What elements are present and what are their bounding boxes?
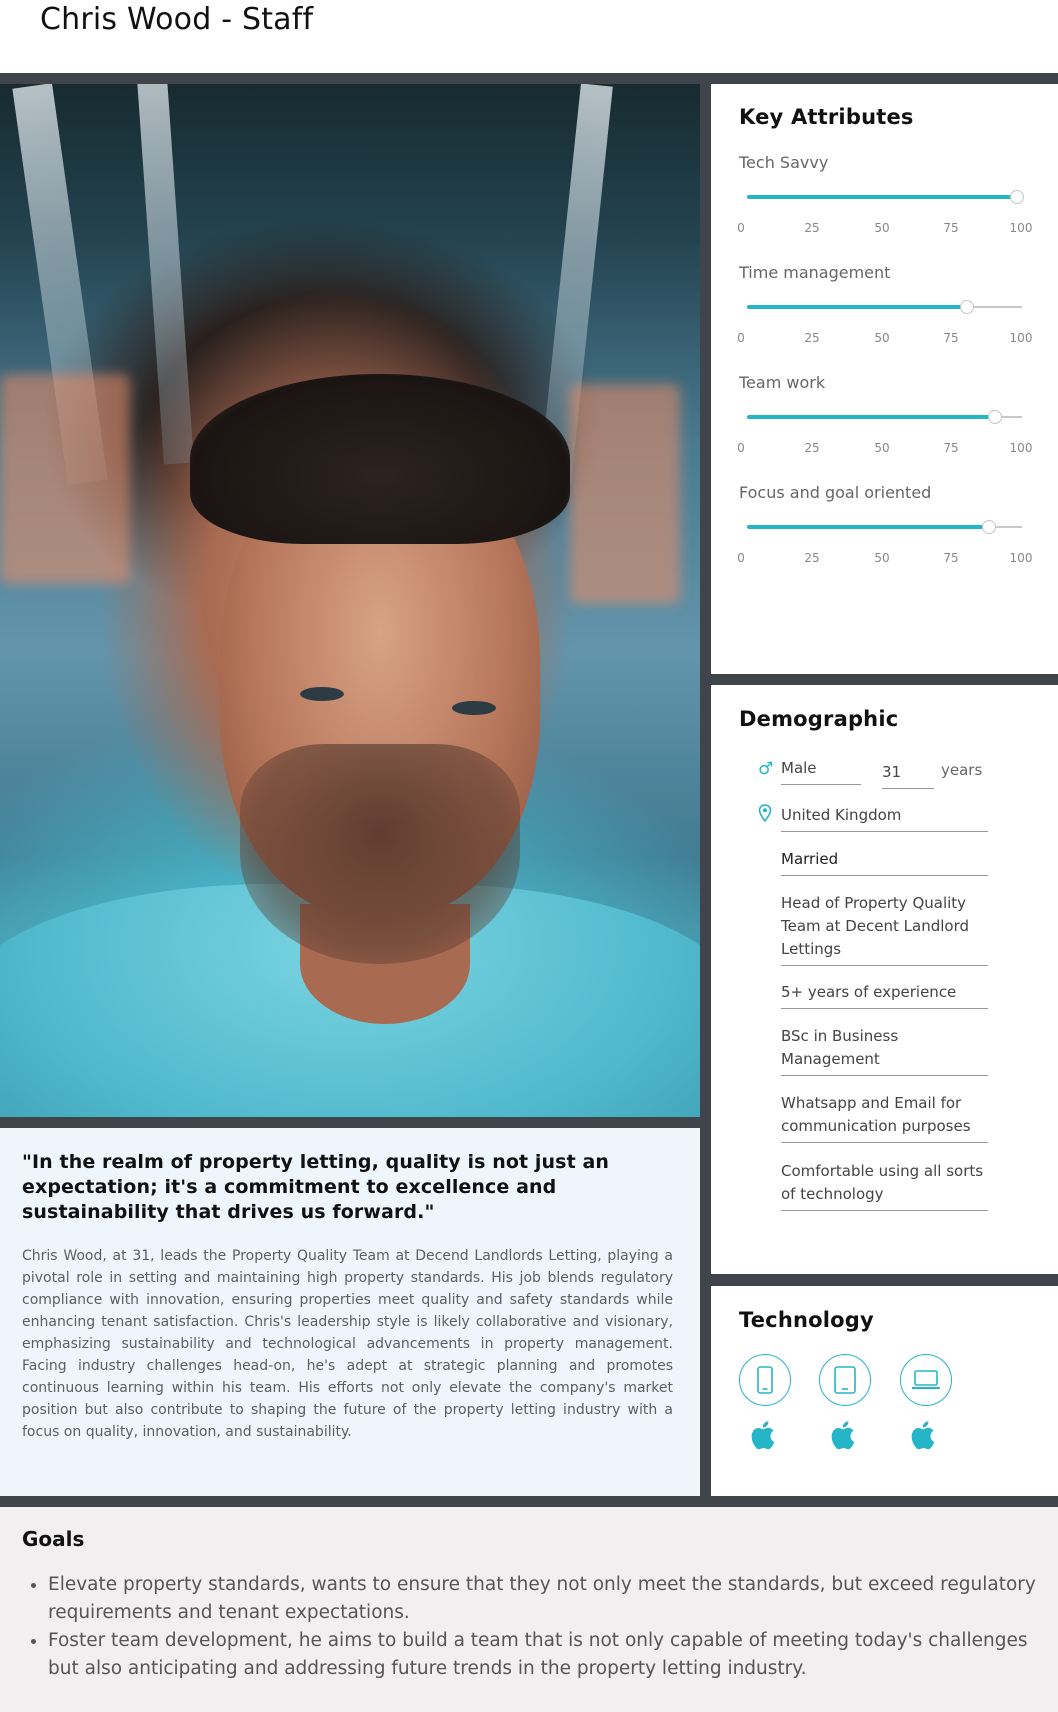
slider-tick-label: 0 bbox=[737, 551, 745, 565]
slider-handle[interactable] bbox=[960, 300, 974, 314]
education-field[interactable]: BSc in Business Management bbox=[781, 1025, 988, 1076]
slider-track[interactable] bbox=[747, 410, 1022, 424]
slider-track[interactable] bbox=[747, 520, 1022, 534]
slider-tick-label: 0 bbox=[737, 441, 745, 455]
slider-label: Time management bbox=[739, 263, 891, 282]
page-header: Chris Wood - Staff bbox=[0, 0, 1058, 73]
goals-section: Goals Elevate property standards, wants … bbox=[0, 1507, 1058, 1712]
persona-photo bbox=[0, 84, 700, 1117]
slider-tick-label: 0 bbox=[737, 221, 745, 235]
page-title: Chris Wood - Staff bbox=[40, 2, 314, 37]
location-field[interactable]: United Kingdom bbox=[781, 804, 988, 832]
goals-title: Goals bbox=[22, 1527, 85, 1551]
phone-icon[interactable] bbox=[739, 1354, 791, 1406]
slider-tick-label: 25 bbox=[804, 331, 820, 345]
key-attributes-card: Key Attributes Tech Savvy 0 25 50 75 100 Time … bbox=[711, 84, 1058, 674]
demographic-title: Demographic bbox=[739, 707, 899, 731]
slider-tick-label: 50 bbox=[874, 551, 890, 565]
slider-tick-label: 25 bbox=[804, 551, 820, 565]
goal-item: Foster team development, he aims to buil… bbox=[48, 1627, 1036, 1683]
attribute-slider[interactable]: Time management 0 25 50 75 100 bbox=[737, 257, 1058, 367]
slider-fill bbox=[747, 305, 967, 309]
slider-tick-label: 100 bbox=[1009, 441, 1033, 455]
slider-fill bbox=[747, 415, 995, 419]
demographic-card: Demographic ♂ Male 31 years United Kingd… bbox=[711, 685, 1058, 1274]
slider-tick-label: 50 bbox=[874, 331, 890, 345]
slider-tick-label: 75 bbox=[943, 551, 959, 565]
slider-track[interactable] bbox=[747, 300, 1022, 314]
tech-comfort-field[interactable]: Comfortable using all sorts of technolog… bbox=[781, 1160, 988, 1211]
persona-bio: Chris Wood, at 31, leads the Property Qu… bbox=[22, 1248, 673, 1440]
slider-tick-label: 100 bbox=[1009, 221, 1033, 235]
slider-handle[interactable] bbox=[982, 520, 996, 534]
slider-tick-label: 25 bbox=[804, 441, 820, 455]
technology-card: Technology bbox=[711, 1286, 1058, 1496]
marital-status-field[interactable]: Married bbox=[781, 848, 988, 876]
slider-fill bbox=[747, 525, 989, 529]
persona-quote: "In the realm of property letting, quali… bbox=[22, 1151, 610, 1223]
slider-fill bbox=[747, 195, 1017, 199]
attribute-slider[interactable]: Focus and goal oriented 0 25 50 75 100 bbox=[737, 477, 1058, 587]
slider-tick-label: 25 bbox=[804, 221, 820, 235]
slider-list: Tech Savvy 0 25 50 75 100 Time management 0 25 50… bbox=[737, 147, 1058, 587]
slider-tick-label: 100 bbox=[1009, 551, 1033, 565]
slider-tick-label: 50 bbox=[874, 441, 890, 455]
apple-icon bbox=[751, 1421, 775, 1450]
slider-tick-label: 100 bbox=[1009, 331, 1033, 345]
experience-field[interactable]: 5+ years of experience bbox=[781, 981, 988, 1009]
slider-tick-label: 0 bbox=[737, 331, 745, 345]
age-unit: years bbox=[941, 761, 983, 779]
slider-handle[interactable] bbox=[1009, 190, 1024, 204]
slider-handle[interactable] bbox=[987, 410, 1002, 424]
slider-label: Team work bbox=[739, 373, 826, 392]
goals-list: Elevate property standards, wants to ens… bbox=[22, 1571, 1036, 1683]
slider-tick-label: 75 bbox=[943, 331, 959, 345]
laptop-icon[interactable] bbox=[900, 1354, 952, 1406]
communication-field[interactable]: Whatsapp and Email for communication pur… bbox=[781, 1092, 988, 1143]
goal-item: Elevate property standards, wants to ens… bbox=[48, 1571, 1036, 1627]
quote-section: "In the realm of property letting, quali… bbox=[0, 1128, 700, 1496]
slider-label: Focus and goal oriented bbox=[739, 483, 932, 502]
slider-label: Tech Savvy bbox=[739, 153, 829, 172]
slider-tick-label: 75 bbox=[943, 221, 959, 235]
attribute-slider[interactable]: Team work 0 25 50 75 100 bbox=[737, 367, 1058, 477]
apple-icon bbox=[911, 1421, 935, 1450]
apple-icon bbox=[831, 1421, 855, 1450]
location-pin-icon bbox=[758, 804, 772, 827]
tablet-icon[interactable] bbox=[819, 1354, 871, 1406]
slider-track[interactable] bbox=[747, 190, 1024, 204]
age-field[interactable]: 31 bbox=[882, 761, 934, 789]
slider-tick-label: 75 bbox=[943, 441, 959, 455]
gender-field[interactable]: Male bbox=[781, 757, 861, 785]
key-attributes-title: Key Attributes bbox=[739, 105, 914, 129]
job-field[interactable]: Head of Property Quality Team at Decent … bbox=[781, 892, 988, 966]
male-icon: ♂ bbox=[758, 759, 774, 779]
attribute-slider[interactable]: Tech Savvy 0 25 50 75 100 bbox=[737, 147, 1058, 257]
technology-title: Technology bbox=[739, 1308, 874, 1332]
slider-tick-label: 50 bbox=[874, 221, 890, 235]
